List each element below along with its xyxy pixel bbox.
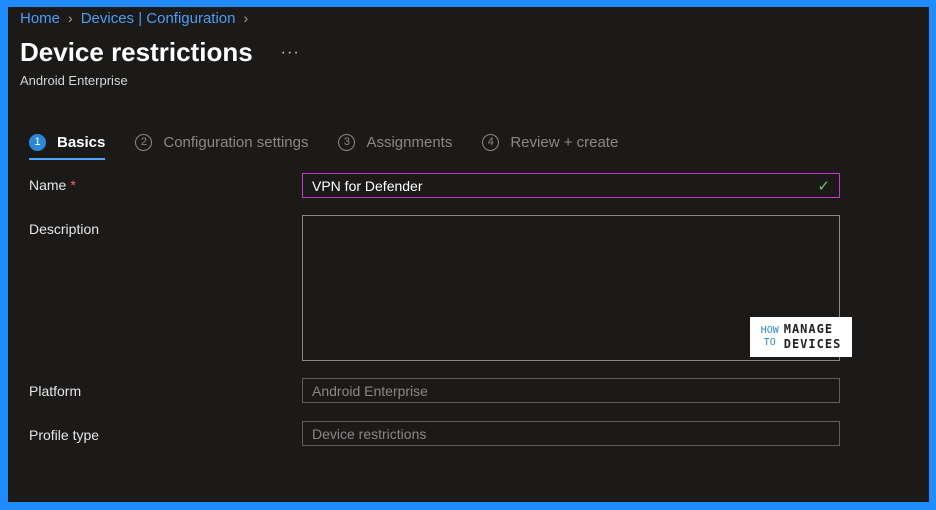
chevron-right-icon: › — [68, 10, 73, 26]
logo-manage-devices: MANAGE DEVICES — [784, 322, 842, 352]
logo-to: TO — [763, 337, 776, 348]
step-number-icon: 2 — [135, 133, 153, 151]
required-marker: * — [70, 177, 76, 193]
step-label: Configuration settings — [163, 133, 309, 151]
logo-devices: DEVICES — [783, 337, 842, 351]
profile-type-field: Device restrictions — [302, 421, 840, 446]
page-subtitle: Android Enterprise — [20, 73, 128, 88]
wizard-steps: 1 Basics 2 Configuration settings 3 Assi… — [29, 129, 648, 160]
tab-review-create[interactable]: 4 Review + create — [482, 129, 618, 155]
platform-field: Android Enterprise — [302, 378, 840, 403]
step-label: Assignments — [366, 133, 453, 151]
tab-basics[interactable]: 1 Basics — [29, 129, 106, 160]
name-label: Name * — [29, 177, 76, 193]
tab-configuration-settings[interactable]: 2 Configuration settings — [135, 129, 308, 155]
platform-value: Android Enterprise — [312, 382, 428, 399]
logo-how: HOW — [760, 325, 779, 336]
portal-window: Home › Devices | Configuration › Device … — [8, 7, 929, 502]
breadcrumb-home[interactable]: Home — [20, 10, 60, 27]
name-input[interactable]: VPN for Defender ✓ — [302, 173, 840, 198]
page-title: Device restrictions — [20, 37, 253, 67]
howtomanagedevices-logo: HOW TO MANAGE DEVICES — [750, 317, 852, 357]
more-options-icon[interactable]: ··· — [281, 44, 300, 62]
checkmark-icon: ✓ — [817, 177, 830, 195]
breadcrumb-devices-configuration[interactable]: Devices | Configuration — [81, 10, 236, 27]
tab-assignments[interactable]: 3 Assignments — [338, 129, 452, 155]
platform-label: Platform — [29, 383, 82, 399]
name-input-value: VPN for Defender — [312, 177, 423, 194]
step-number-icon: 4 — [482, 133, 500, 151]
title-row: Device restrictions ··· — [20, 37, 300, 68]
profile-type-label: Profile type — [29, 427, 100, 443]
logo-manage: MANAGE — [783, 322, 834, 336]
profile-type-value: Device restrictions — [312, 425, 427, 442]
breadcrumb: Home › Devices | Configuration › — [20, 8, 256, 28]
description-label: Description — [29, 221, 100, 237]
name-label-text: Name — [29, 177, 67, 193]
step-number-icon: 1 — [29, 133, 46, 151]
logo-how-to: HOW TO — [761, 325, 779, 349]
chevron-right-icon: › — [243, 10, 249, 26]
step-label: Basics — [57, 133, 106, 151]
step-label: Review + create — [510, 133, 619, 151]
step-number-icon: 3 — [338, 133, 356, 151]
